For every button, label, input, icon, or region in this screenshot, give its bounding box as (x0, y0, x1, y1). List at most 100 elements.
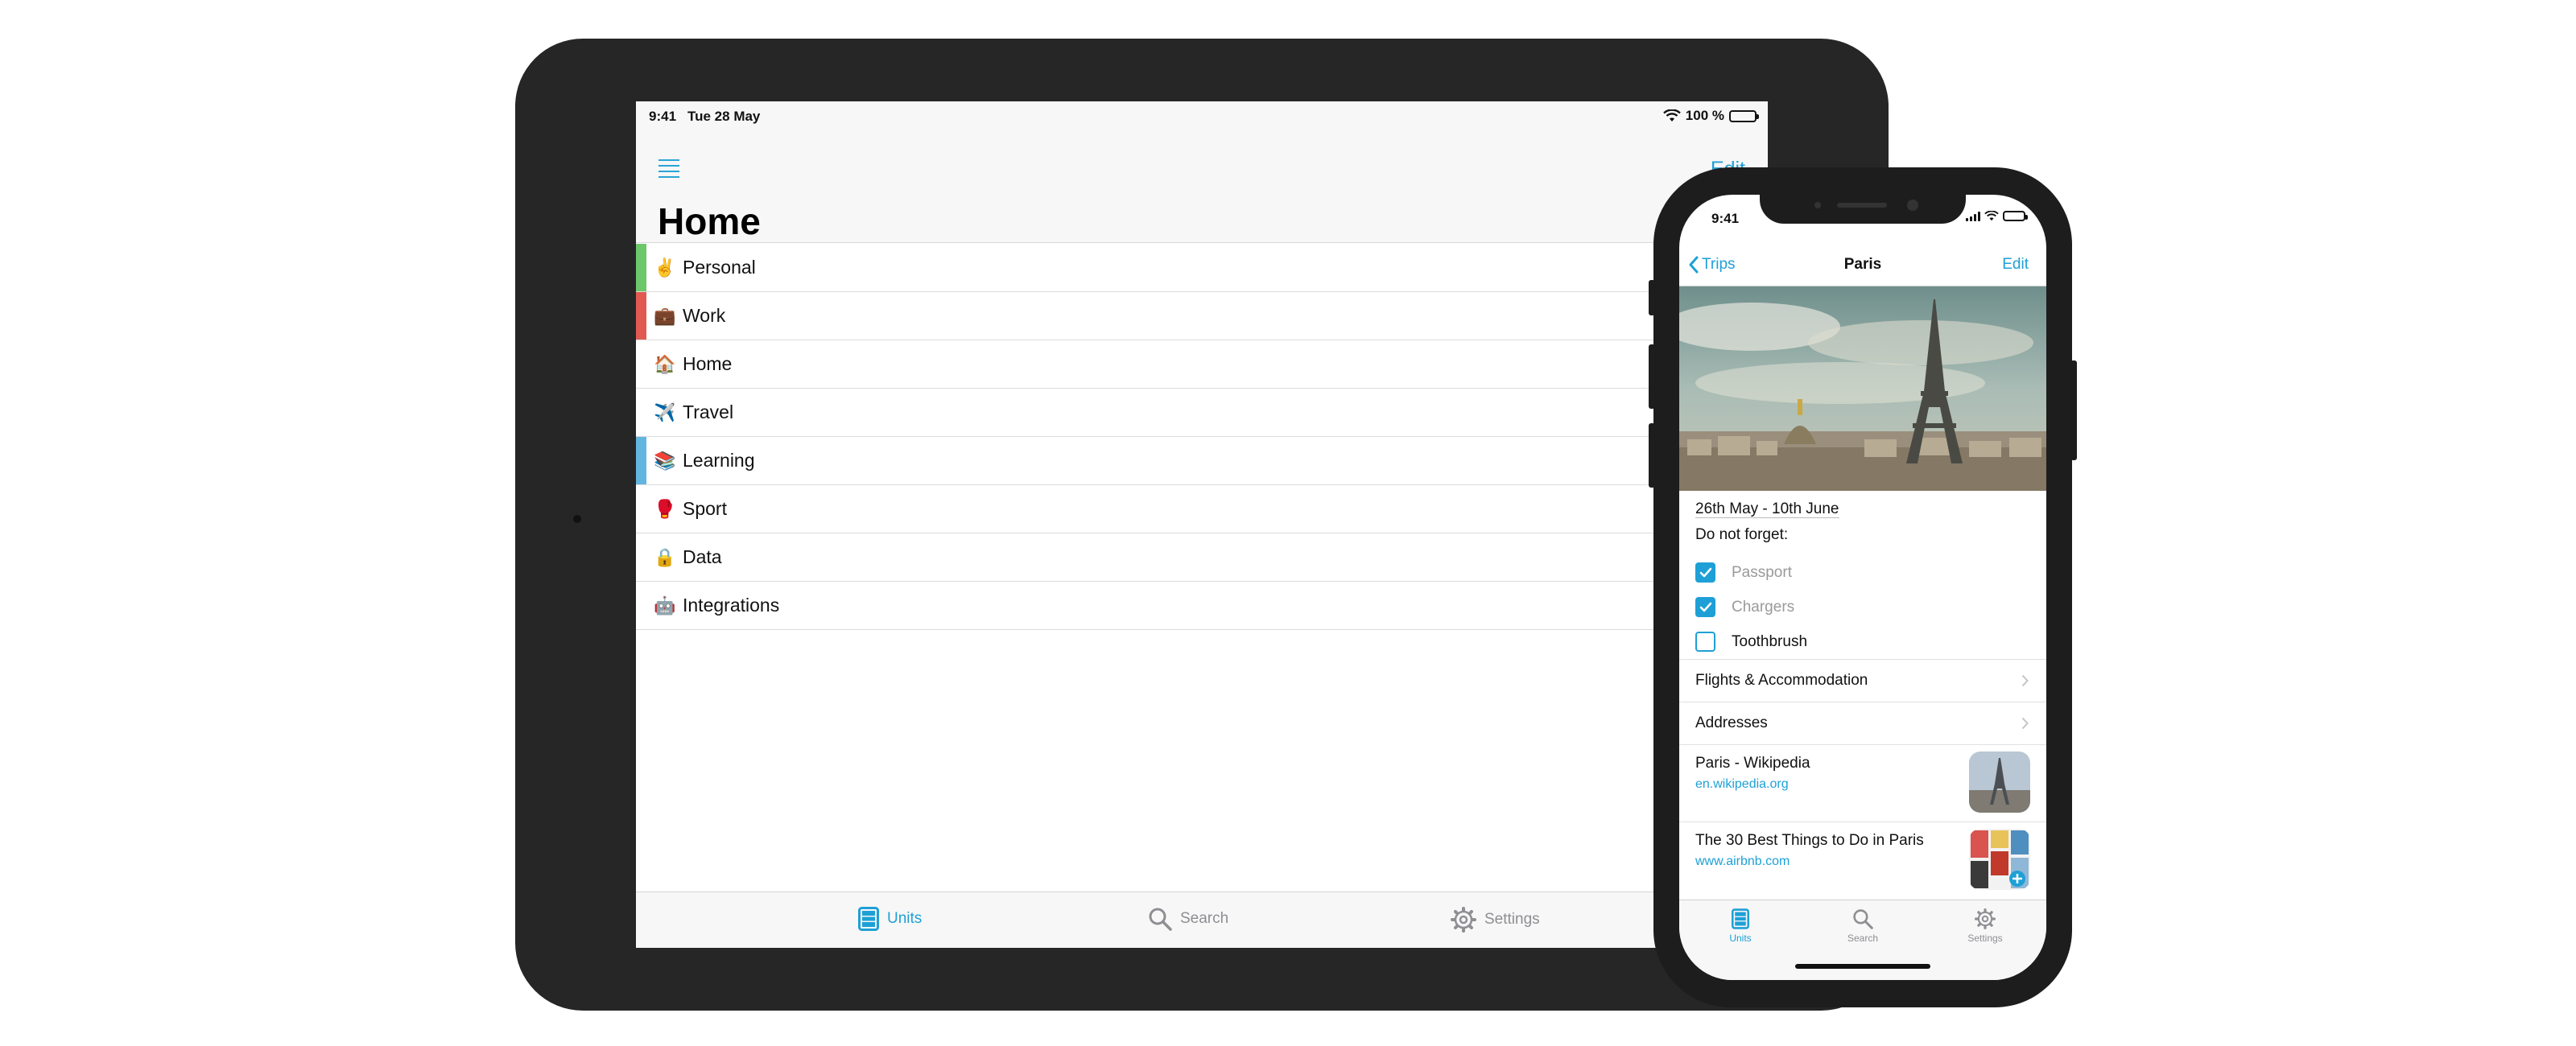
unit-label: Sport (683, 498, 727, 519)
checkmark-icon (1699, 567, 1711, 577)
addresses-row[interactable]: Addresses (1679, 702, 2046, 744)
web-link-row[interactable]: The 30 Best Things to Do in Paris www.ai… (1679, 822, 2046, 899)
units-icon (858, 907, 879, 931)
checklist-heading: Do not forget: (1695, 526, 1789, 543)
lock-icon: 🔒 (654, 546, 676, 567)
mute-switch (1649, 280, 1655, 315)
checklist-label: Passport (1732, 563, 1792, 581)
side-button (2070, 360, 2077, 460)
unit-label: Travel (683, 402, 734, 422)
ipad-camera (573, 515, 581, 523)
battery-icon (1729, 109, 1759, 122)
status-date: Tue 28 May (687, 109, 761, 124)
page-title: Paris (1843, 256, 1882, 273)
unit-color-bar (636, 340, 646, 388)
home-indicator[interactable] (1795, 964, 1930, 969)
unit-color-bar (636, 389, 646, 436)
checklist-label: Chargers (1732, 598, 1795, 616)
airplane-icon: ✈️ (654, 402, 676, 422)
units-icon (1732, 908, 1749, 929)
checkbox-checked[interactable] (1695, 562, 1715, 583)
iphone-nav-bar: Trips Paris Edit (1679, 243, 2046, 286)
tab-search[interactable]: Search (1148, 907, 1228, 931)
tab-label: Settings (1967, 933, 2003, 944)
tab-label: Search (1180, 910, 1229, 927)
volume-down-button (1649, 423, 1655, 488)
wifi-icon (1662, 109, 1681, 121)
unit-row-work[interactable]: 💼 Work (636, 292, 1768, 340)
iphone-screen: 9:41 Trips Paris Edit 26th May - 10th Ju… (1679, 195, 2046, 980)
paris-photo (1679, 286, 2046, 491)
row-label: Flights & Accommodation (1695, 672, 1868, 689)
chevron-right-icon (2021, 717, 2029, 730)
page-title: Home (658, 200, 761, 242)
checkbox-checked[interactable] (1695, 597, 1715, 617)
unit-label: Data (683, 546, 722, 567)
ipad-tab-bar: Units Search Settings (636, 892, 1768, 948)
briefcase-icon: 💼 (654, 305, 676, 326)
unit-row-travel[interactable]: ✈️ Travel (636, 389, 1768, 437)
boxing-glove-icon: 🥊 (654, 498, 676, 519)
menu-icon[interactable] (658, 159, 679, 178)
unit-row-sport[interactable]: 🥊 Sport (636, 485, 1768, 533)
unit-label: Learning (683, 450, 755, 471)
gear-icon (1975, 908, 1996, 929)
checklist-label: Toothbrush (1732, 632, 1808, 650)
tab-units[interactable]: Units (858, 907, 922, 931)
ipad-status-bar: 9:41 Tue 28 May 100 % (636, 101, 1768, 130)
web-link-thumbnail (1969, 829, 2030, 890)
web-link-row[interactable]: Paris - Wikipedia en.wikipedia.org (1679, 744, 2046, 822)
books-icon: 📚 (654, 450, 676, 471)
peace-hand-icon: ✌️ (654, 257, 676, 278)
unit-color-bar (636, 485, 646, 533)
unit-label: Integrations (683, 595, 780, 616)
unit-row-personal[interactable]: ✌️ Personal (636, 244, 1768, 292)
checklist-item[interactable]: Toothbrush (1679, 624, 2046, 659)
checklist-item[interactable]: Chargers (1679, 590, 2046, 624)
web-link-thumbnail (1969, 752, 2030, 813)
search-icon (1853, 909, 1873, 929)
tab-units[interactable]: Units (1708, 908, 1773, 944)
row-label: Addresses (1695, 714, 1768, 731)
unit-row-integrations[interactable]: 🤖 Integrations (636, 582, 1768, 630)
unit-label: Personal (683, 257, 756, 278)
tab-settings[interactable]: Settings (1451, 907, 1540, 933)
unit-color-bar (636, 533, 646, 581)
trip-dates[interactable]: 26th May - 10th June (1695, 500, 1839, 518)
unit-row-data[interactable]: 🔒 Data (636, 533, 1768, 582)
unit-label: Work (683, 305, 726, 326)
search-icon (1149, 908, 1172, 931)
unit-label: Home (683, 353, 733, 374)
notch (1760, 195, 1966, 224)
wifi-icon (1984, 211, 1999, 221)
iphone-device: 9:41 Trips Paris Edit 26th May - 10th Ju… (1649, 167, 2077, 1007)
cellular-signal-icon (1966, 211, 1980, 221)
status-time: 9:41 (1711, 211, 1740, 226)
battery-percent: 100 % (1685, 108, 1724, 123)
unit-color-bar (636, 244, 646, 291)
unit-color-bar (636, 437, 646, 484)
unit-row-learning[interactable]: 📚 Learning (636, 437, 1768, 485)
checkbox-unchecked[interactable] (1695, 632, 1715, 652)
unit-color-bar (636, 292, 646, 340)
flights-accommodation-row[interactable]: Flights & Accommodation (1679, 659, 2046, 702)
unit-row-home[interactable]: 🏠 Home (636, 340, 1768, 389)
checklist-item[interactable]: Passport (1679, 555, 2046, 590)
tab-label: Search (1847, 933, 1879, 944)
house-icon: 🏠 (654, 353, 676, 374)
chevron-right-icon (2021, 674, 2029, 687)
ipad-nav-bar: Edit Home (636, 130, 1768, 243)
tab-search[interactable]: Search (1831, 908, 1895, 944)
trip-details: 26th May - 10th June Do not forget: Pass… (1679, 491, 2046, 899)
ipad-screen: 9:41 Tue 28 May 100 % Edit Home ✌️ Pers (636, 101, 1768, 948)
unit-list: ✌️ Personal 💼 Work 🏠 Home ✈️ Travel 📚 Le… (636, 244, 1768, 630)
battery-icon (2003, 211, 2028, 221)
tab-label: Units (1729, 933, 1752, 944)
gear-icon (1451, 907, 1476, 933)
tab-settings[interactable]: Settings (1953, 908, 2017, 944)
status-time: 9:41 (649, 109, 677, 124)
tab-label: Settings (1484, 911, 1540, 928)
tab-label: Units (887, 910, 923, 927)
edit-button[interactable]: Edit (2002, 256, 2029, 274)
unit-color-bar (636, 582, 646, 629)
